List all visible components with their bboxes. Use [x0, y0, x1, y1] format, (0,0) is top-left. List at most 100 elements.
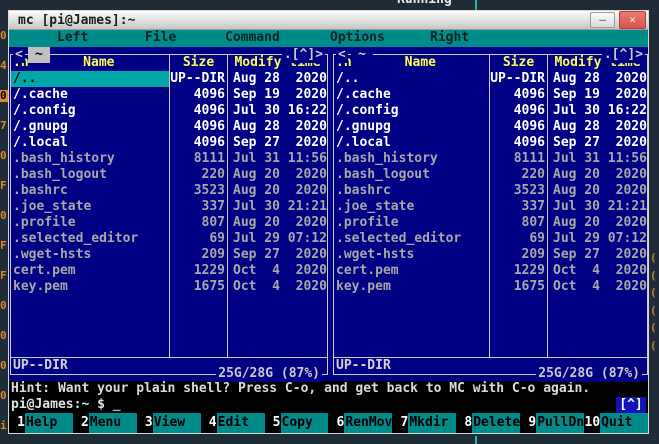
shell-prompt: pi@James:~ $ [11, 397, 113, 412]
panel-corner-controls[interactable]: .[^]> [281, 47, 325, 63]
file-mtime: Jul 30 21:21 [227, 199, 327, 215]
function-key-button[interactable]: 5 Copy [265, 413, 329, 433]
file-row[interactable]: /.cache 4096 Sep 19 2020 [11, 87, 327, 103]
file-row[interactable]: .bash_logout 220 Aug 20 2020 [334, 167, 647, 183]
file-size: 69 [489, 231, 547, 247]
function-key-button[interactable]: 10 Quit [584, 413, 649, 433]
function-key-button[interactable]: 4 Edit [201, 413, 265, 433]
background-window-text: Running [397, 0, 452, 7]
edge-character: ( [650, 338, 657, 352]
file-name: .bash_history [13, 151, 115, 166]
file-row[interactable]: /.local 4096 Sep 27 2020 [11, 135, 327, 151]
function-key-label: Menu [88, 413, 137, 433]
file-size: 1675 [489, 279, 547, 295]
file-row[interactable]: .wget-hsts 209 Sep 27 2020 [11, 247, 327, 263]
edge-character: ( [650, 252, 657, 264]
file-row[interactable]: cert.pem 1229 Oct 4 2020 [334, 263, 647, 279]
menu-item[interactable]: Options [330, 30, 385, 46]
file-row[interactable]: /.. UP--DIR Aug 28 2020 [334, 71, 647, 87]
file-mtime: Jul 30 16:22 [547, 103, 647, 119]
show-panels-toggle[interactable]: [^] [616, 397, 646, 413]
file-row[interactable]: cert.pem 1229 Oct 4 2020 [11, 263, 327, 279]
close-button[interactable]: ✕ [619, 11, 646, 29]
file-size: 337 [489, 199, 547, 215]
edge-character: 0 [0, 329, 7, 342]
file-size: 4096 [169, 87, 227, 103]
file-mtime: Aug 20 2020 [547, 167, 647, 183]
file-mtime: Sep 19 2020 [227, 87, 327, 103]
file-mtime: Aug 20 2020 [547, 215, 647, 231]
window-title: mc [pi@James]:~ [18, 12, 136, 28]
file-row[interactable]: .joe_state 337 Jul 30 21:21 [11, 199, 327, 215]
file-row[interactable]: .bashrc 3523 Aug 20 2020 [11, 183, 327, 199]
panel-history-arrow[interactable]: < [13, 47, 25, 63]
menu-item[interactable]: Command [225, 30, 280, 46]
file-name: /.cache [336, 87, 391, 102]
menu-item[interactable]: File [145, 30, 176, 46]
file-name: /.gnupg [336, 119, 391, 134]
column-header-size[interactable]: Size [169, 55, 227, 71]
function-key-label: PullDn [536, 413, 585, 433]
file-row[interactable]: /.cache 4096 Sep 19 2020 [334, 87, 647, 103]
file-row[interactable]: .profile 807 Aug 20 2020 [11, 215, 327, 231]
function-key-button[interactable]: 7 Mkdir [392, 413, 457, 433]
file-row[interactable]: .joe_state 337 Jul 30 21:21 [334, 199, 647, 215]
column-header-size[interactable]: Size [489, 55, 547, 71]
file-row[interactable]: .bashrc 3523 Aug 20 2020 [334, 183, 647, 199]
command-line[interactable]: pi@James:~ $ _ [^] [9, 397, 648, 413]
menu-item[interactable]: Right [430, 30, 469, 46]
file-name: .profile [13, 215, 76, 230]
file-row[interactable]: .selected_editor 69 Jul 29 07:12 [11, 231, 327, 247]
function-key-button[interactable]: 1 Help [9, 413, 73, 433]
file-row[interactable]: .bash_logout 220 Aug 20 2020 [11, 167, 327, 183]
file-row[interactable]: /.config 4096 Jul 30 16:22 [334, 103, 647, 119]
file-row[interactable]: key.pem 1675 Oct 4 2020 [334, 279, 647, 295]
file-row[interactable]: .wget-hsts 209 Sep 27 2020 [334, 247, 647, 263]
file-name: /.. [11, 71, 169, 87]
file-row[interactable]: .selected_editor 69 Jul 29 07:12 [334, 231, 647, 247]
file-name: .bashrc [13, 183, 68, 198]
file-row[interactable]: .bash_history 8111 Jul 31 11:56 [334, 151, 647, 167]
file-mtime: Oct 4 2020 [227, 279, 327, 295]
function-key-button[interactable]: 6 RenMov [328, 413, 393, 433]
file-size: 1229 [489, 263, 547, 279]
file-mtime: Aug 20 2020 [227, 183, 327, 199]
left-panel-column-headers: .n Name Size Modify time [11, 55, 327, 71]
file-row[interactable]: /.gnupg 4096 Aug 28 2020 [11, 119, 327, 135]
function-key-button[interactable]: 3 View [137, 413, 201, 433]
file-name: /.cache [13, 87, 68, 102]
panel-corner-controls[interactable]: .[^]> [601, 47, 645, 63]
panel-empty-area [11, 295, 327, 357]
function-key-bar: 1 Help 2 Menu 3 View 4 Edit 5 Copy 6 Ren… [9, 413, 649, 433]
file-row[interactable]: .bash_history 8111 Jul 31 11:56 [11, 151, 327, 167]
file-row[interactable]: .profile 807 Aug 20 2020 [334, 215, 647, 231]
file-name: key.pem [336, 279, 391, 294]
right-panel-disk-usage: 25G/28G (87%) [536, 366, 642, 382]
function-key-button[interactable]: 9 PullDn [520, 413, 585, 433]
file-row[interactable]: /.gnupg 4096 Aug 28 2020 [334, 119, 647, 135]
function-key-number: 7 [400, 415, 409, 430]
file-mtime: Aug 28 2020 [227, 71, 327, 87]
file-row[interactable]: /.. UP--DIR Aug 28 2020 [11, 71, 327, 87]
file-mtime: Sep 19 2020 [547, 87, 647, 103]
file-mtime: Aug 20 2020 [547, 183, 647, 199]
edge-character: ( [650, 303, 657, 317]
function-key-button[interactable]: 2 Menu [73, 413, 137, 433]
file-mtime: Oct 4 2020 [547, 263, 647, 279]
window-titlebar[interactable]: mc [pi@James]:~ – ✕ [9, 11, 648, 30]
menu-item[interactable]: Left [57, 30, 88, 46]
file-size: 8111 [169, 151, 227, 167]
function-key-button[interactable]: 8 Delete [456, 413, 521, 433]
file-row[interactable]: key.pem 1675 Oct 4 2020 [11, 279, 327, 295]
file-name: .selected_editor [13, 231, 139, 246]
minimize-button[interactable]: – [590, 12, 615, 28]
panel-history-arrow[interactable]: < [336, 47, 348, 63]
file-row[interactable]: /.local 4096 Sep 27 2020 [334, 135, 647, 151]
hint-line: Hint: Want your plain shell? Press C-o, … [9, 381, 648, 397]
file-row[interactable]: /.config 4096 Jul 30 16:22 [11, 103, 327, 119]
edge-character: 0 [0, 149, 7, 162]
file-mtime: Sep 27 2020 [547, 247, 647, 263]
file-size: 807 [169, 215, 227, 231]
file-mtime: Jul 30 21:21 [547, 199, 647, 215]
function-key-number: 2 [81, 415, 89, 430]
